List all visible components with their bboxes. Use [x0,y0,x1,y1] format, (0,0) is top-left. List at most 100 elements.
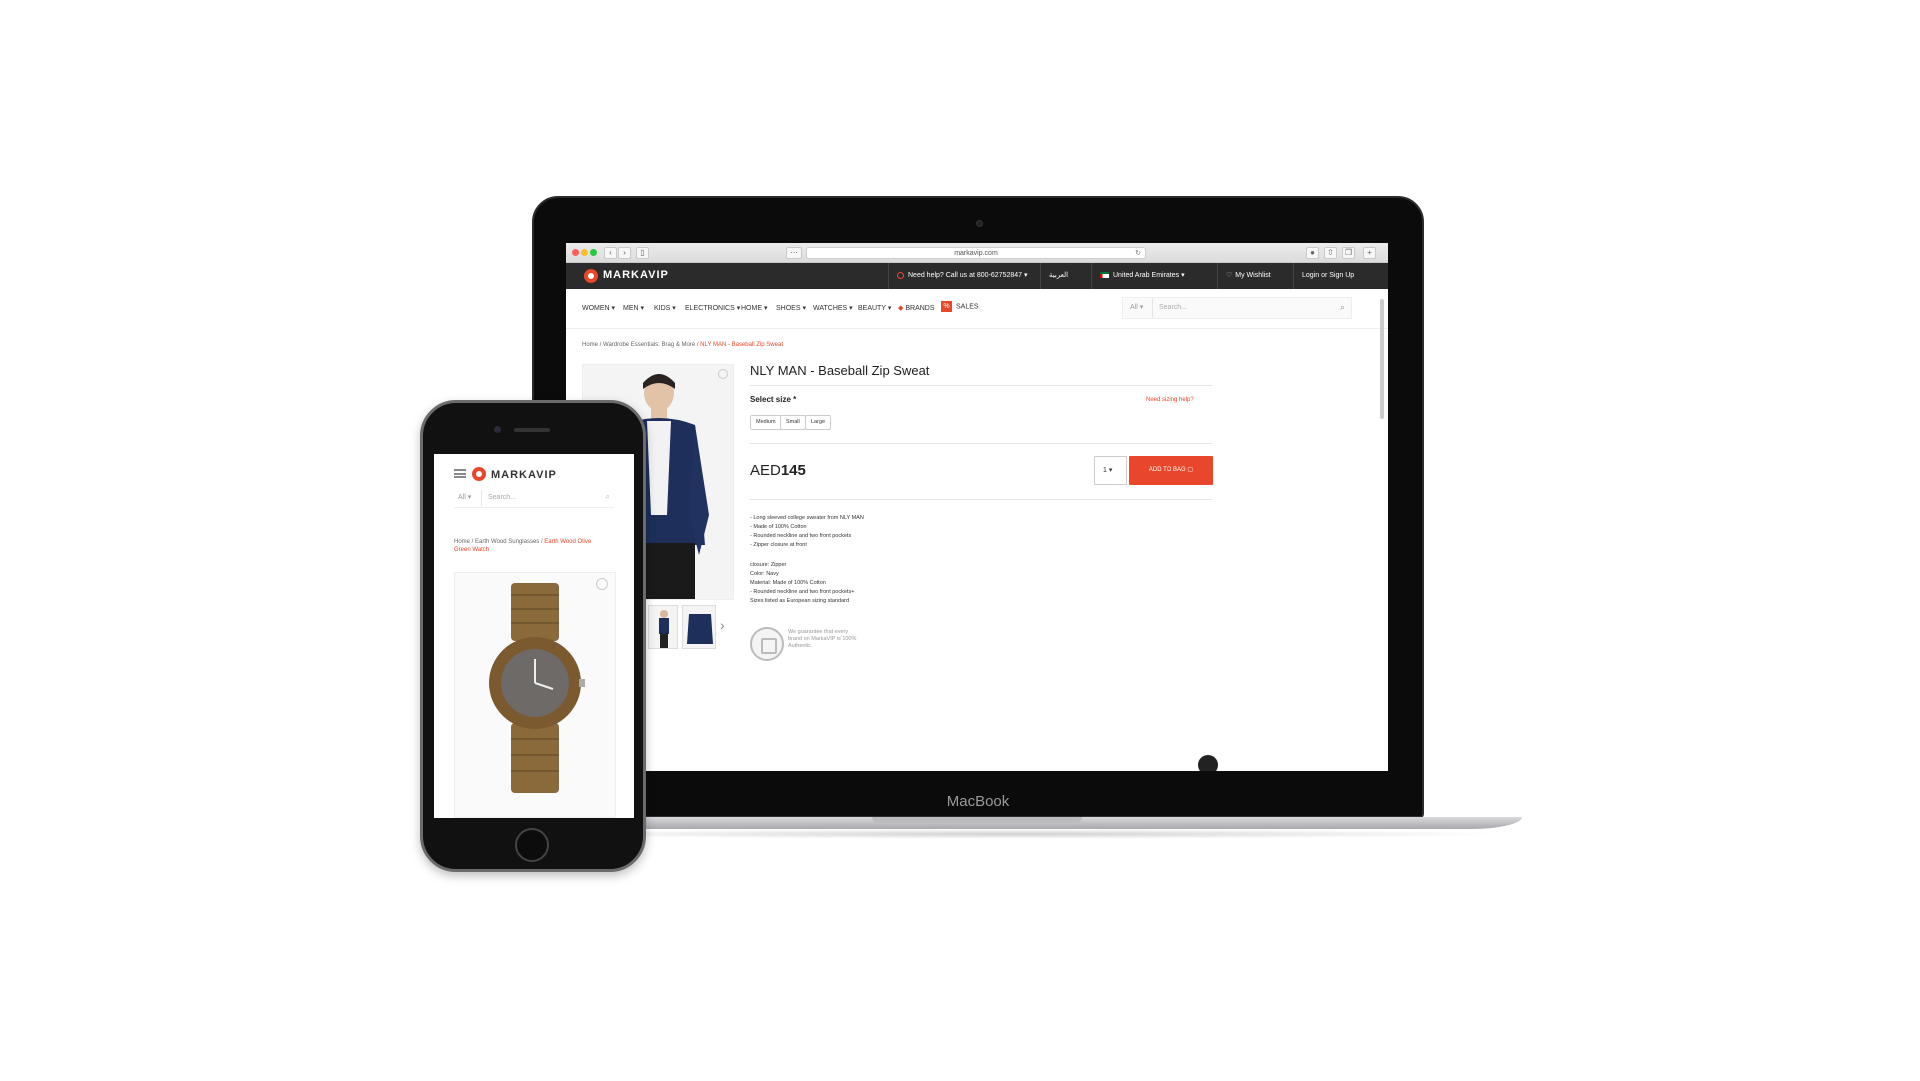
tab-overview-icon[interactable]: ⋯ [786,247,802,259]
search-input[interactable]: Search... [1159,298,1187,318]
back-icon[interactable]: ‹ [604,247,617,259]
hamburger-menu-icon[interactable] [454,469,466,478]
laptop-shadow [520,829,1510,839]
nav-home[interactable]: HOME ▾ [741,304,767,312]
product-title: NLY MAN - Baseball Zip Sweat [750,363,930,378]
help-icon [897,271,904,279]
product-details: closure: Zipper Color: Navy Material: Ma… [750,562,855,604]
help-text: Need help? Call us at 800-62752847 [908,272,1023,279]
site-header: MARKAVIP Need help? Call us at 800-62752… [566,263,1388,289]
search-category-text: All [1130,304,1138,311]
markavip-logo-icon[interactable] [584,269,598,283]
country-text: United Arab Emirates [1113,272,1180,279]
close-window-button[interactable] [572,249,579,256]
heart-icon: ♡ [1226,272,1233,279]
mobile-search-input[interactable]: Search... [488,490,516,506]
nav-watches[interactable]: WATCHES ▾ [813,304,853,312]
mobile-search-category[interactable]: All ▾ [454,490,482,506]
tabs-icon[interactable]: ❐ [1342,247,1355,259]
authenticity-badge-icon [750,627,784,661]
size-option-large[interactable]: Large [805,415,832,430]
laptop-camera [976,220,983,227]
sidebar-icon[interactable]: ▯ [636,247,649,259]
thumbnail-image [649,606,677,648]
add-to-bag-button[interactable]: ADD TO BAG ▢ [1129,456,1213,485]
minimize-window-button[interactable] [581,249,588,256]
nav-sales[interactable]: % SALES [941,301,979,312]
new-tab-icon[interactable]: + [1363,247,1376,259]
share-icon[interactable]: ⇧ [1324,247,1337,259]
phone-screen: MARKAVIP All ▾ Search... ⌕ Home / Earth … [434,454,634,818]
uae-flag-icon [1100,272,1109,279]
phone-camera [494,426,501,433]
wishlist-link[interactable]: ♡ My Wishlist [1217,263,1279,289]
laptop-screen: ‹ › ▯ ⋯ markavip.com ↻ ● ⇧ ❐ + MARKAVIP … [566,243,1388,771]
product-thumbnail[interactable] [648,605,678,649]
product-description: - Long sleeved college sweater from NLY … [750,515,864,548]
percent-icon: % [941,301,952,312]
address-bar[interactable]: markavip.com ↻ [806,247,1146,259]
url-text: markavip.com [954,250,998,257]
bag-icon: ▢ [1187,467,1194,473]
maximize-window-button[interactable] [590,249,597,256]
breadcrumb-home[interactable]: Home / [582,342,601,348]
breadcrumb-category[interactable]: Wardrobe Essentials: Brag & More / [603,342,698,348]
wishlist-text: My Wishlist [1235,272,1271,279]
chat-icon[interactable] [1198,755,1218,771]
nav-brands[interactable]: ◆ BRANDS [898,304,935,312]
search-icon[interactable]: ⌕ [1340,302,1345,313]
page-scrollbar[interactable] [1380,299,1384,419]
nav-brands-label: BRANDS [905,305,935,312]
site-logo[interactable]: MARKAVIP [603,269,669,281]
nav-women[interactable]: WOMEN ▾ [582,304,615,312]
divider [750,443,1212,444]
product-thumbnail[interactable] [682,605,716,649]
browser-toolbar: ‹ › ▯ ⋯ markavip.com ↻ ● ⇧ ❐ + [566,243,1388,263]
help-phone-link[interactable]: Need help? Call us at 800-62752847 ▾ [888,263,1036,289]
nav-shoes[interactable]: SHOES ▾ [776,304,806,312]
add-to-bag-label: ADD TO BAG [1148,467,1186,473]
thumbnail-image [683,606,715,648]
tag-icon: ◆ [898,305,904,312]
sizing-help-link[interactable]: Need sizing help? [1146,397,1194,403]
extension-icon[interactable]: ● [1306,247,1319,259]
wishlist-heart-icon[interactable] [596,578,608,590]
search-category-select[interactable]: All ▾ [1123,298,1153,318]
divider [750,499,1212,500]
language-switch[interactable]: العربية [1040,263,1076,289]
reload-icon[interactable]: ↻ [1135,248,1141,259]
forward-icon[interactable]: › [618,247,631,259]
product-price: AED145 [750,462,806,479]
size-option-small[interactable]: Small [780,415,806,430]
nav-men[interactable]: MEN ▾ [623,304,644,312]
nav-beauty[interactable]: BEAUTY ▾ [858,304,891,312]
login-link[interactable]: Login or Sign Up [1293,263,1362,289]
chevron-right-icon[interactable]: › [720,617,725,633]
search-bar: All ▾ Search... ⌕ [1122,297,1352,319]
search-icon[interactable]: ⌕ [606,492,610,502]
nav-sales-label: SALES [956,303,979,311]
breadcrumb-current: NLY MAN - Baseball Zip Sweat [700,342,783,348]
laptop-notch [872,817,1082,823]
mobile-breadcrumb: Home / Earth Wood Sunglasses / Earth Woo… [454,538,604,554]
breadcrumb-category[interactable]: Earth Wood Sunglasses / [475,539,543,545]
select-size-label: Select size * [750,395,797,404]
nav-electronics[interactable]: ELECTRONICS ▾ [685,304,740,312]
phone-speaker [514,428,550,432]
wishlist-heart-icon[interactable] [718,369,728,379]
breadcrumb-home[interactable]: Home / [454,539,473,545]
quantity-select[interactable]: 1 ▾ [1094,456,1127,485]
size-option-medium[interactable]: Medium [750,415,782,430]
price-value: 145 [780,462,806,479]
home-button[interactable] [515,828,549,862]
mobile-logo[interactable]: MARKAVIP [491,469,557,481]
nav-kids[interactable]: KIDS ▾ [654,304,676,312]
mobile-search-bar: All ▾ Search... ⌕ [454,490,614,508]
divider [750,385,1212,386]
markavip-logo-icon[interactable] [472,467,486,481]
mobile-product-image[interactable] [454,572,616,818]
country-selector[interactable]: United Arab Emirates ▾ [1091,263,1193,289]
main-nav: WOMEN ▾ MEN ▾ KIDS ▾ ELECTRONICS ▾ HOME … [566,289,1388,329]
breadcrumb: Home / Wardrobe Essentials: Brag & More … [582,342,783,348]
wood-watch-photo [455,573,615,817]
